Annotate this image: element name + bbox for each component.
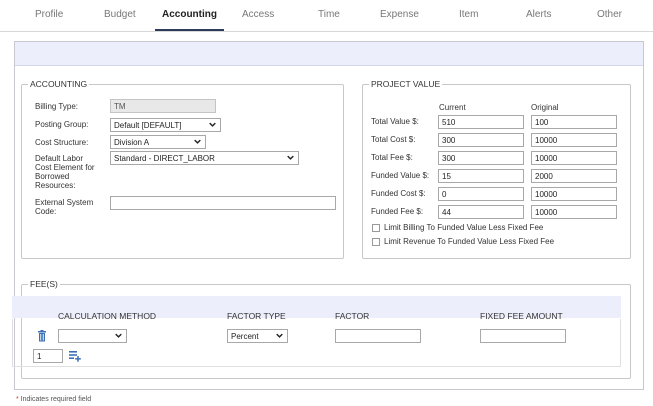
- funded-cost-label: Funded Cost $:: [371, 189, 426, 198]
- total-cost-label: Total Cost $:: [371, 135, 416, 144]
- current-column-header: Current: [439, 103, 466, 112]
- total-cost-original-input[interactable]: 10000: [531, 133, 617, 147]
- labor-cost-label-line3: Borrowed: [35, 172, 70, 181]
- fees-legend: FEE(S): [30, 279, 58, 289]
- total-fee-current-input[interactable]: 300: [438, 151, 524, 165]
- original-column-header: Original: [531, 103, 559, 112]
- cost-structure-label: Cost Structure:: [35, 138, 89, 147]
- tab-alerts[interactable]: Alerts: [526, 9, 552, 20]
- total-fee-label: Total Fee $:: [371, 153, 413, 162]
- accounting-legend: ACCOUNTING: [30, 79, 88, 89]
- add-rows-icon[interactable]: [69, 351, 81, 362]
- trash-icon[interactable]: [37, 330, 47, 342]
- add-rows-count-input[interactable]: 1: [33, 349, 63, 363]
- tab-other[interactable]: Other: [597, 9, 622, 20]
- fees-table-body: [12, 319, 621, 367]
- tab-budget[interactable]: Budget: [104, 9, 136, 20]
- posting-group-select[interactable]: Default [DEFAULT]: [110, 118, 221, 132]
- limit-revenue-label: Limit Revenue To Funded Value Less Fixed…: [384, 237, 555, 246]
- total-fee-original-input[interactable]: 10000: [531, 151, 617, 165]
- labor-cost-element-select[interactable]: Standard - DIRECT_LABOR: [110, 151, 299, 165]
- tab-bar: Profile Budget Accounting Access Time Ex…: [0, 0, 653, 32]
- billing-type-label: Billing Type:: [35, 102, 78, 111]
- total-cost-current-input[interactable]: 300: [438, 133, 524, 147]
- funded-value-label: Funded Value $:: [371, 171, 430, 180]
- active-tab-indicator: [155, 29, 224, 31]
- limit-revenue-checkbox[interactable]: [372, 238, 380, 246]
- funded-value-original-input[interactable]: 2000: [531, 169, 617, 183]
- external-code-label-line2: Code:: [35, 207, 57, 216]
- labor-cost-label-line2: Cost Element for: [35, 163, 95, 172]
- funded-fee-current-input[interactable]: 44: [438, 205, 524, 219]
- chevron-down-icon: [209, 122, 216, 127]
- form-header-band: [15, 42, 643, 66]
- tab-item[interactable]: Item: [459, 9, 478, 20]
- project-value-legend: PROJECT VALUE: [371, 79, 441, 89]
- labor-cost-element-value: Standard - DIRECT_LABOR: [114, 154, 215, 163]
- chevron-down-icon: [276, 333, 283, 338]
- tab-access[interactable]: Access: [242, 9, 274, 20]
- factor-input[interactable]: [335, 329, 421, 343]
- tab-accounting[interactable]: Accounting: [162, 9, 217, 20]
- total-value-original-input[interactable]: 100: [531, 115, 617, 129]
- chevron-down-icon: [115, 333, 122, 338]
- cost-structure-select[interactable]: Division A: [110, 135, 206, 149]
- total-value-current-input[interactable]: 510: [438, 115, 524, 129]
- posting-group-value: Default [DEFAULT]: [114, 121, 182, 130]
- funded-cost-current-input[interactable]: 0: [438, 187, 524, 201]
- tab-expense[interactable]: Expense: [380, 9, 419, 20]
- fixed-fee-amount-input[interactable]: [480, 329, 566, 343]
- tab-profile[interactable]: Profile: [35, 9, 63, 20]
- billing-type-field: TM: [110, 99, 216, 113]
- chevron-down-icon: [194, 139, 201, 144]
- calculation-method-select[interactable]: [58, 329, 127, 343]
- funded-cost-original-input[interactable]: 10000: [531, 187, 617, 201]
- funded-value-current-input[interactable]: 15: [438, 169, 524, 183]
- total-value-label: Total Value $:: [371, 117, 419, 126]
- factor-type-value: Percent: [231, 332, 259, 341]
- factor-type-select[interactable]: Percent: [227, 329, 288, 343]
- cost-structure-value: Division A: [114, 138, 150, 147]
- tab-time[interactable]: Time: [318, 9, 340, 20]
- posting-group-label: Posting Group:: [35, 120, 89, 129]
- funded-fee-label: Funded Fee $:: [371, 207, 424, 216]
- required-field-footnote: * Indicates required field: [16, 396, 91, 403]
- external-code-label-line1: External System: [35, 198, 94, 207]
- funded-fee-original-input[interactable]: 10000: [531, 205, 617, 219]
- limit-billing-checkbox[interactable]: [372, 224, 380, 232]
- external-system-code-input[interactable]: [110, 196, 336, 210]
- limit-billing-label: Limit Billing To Funded Value Less Fixed…: [384, 223, 544, 232]
- required-field-text: Indicates required field: [18, 396, 92, 403]
- chevron-down-icon: [287, 155, 294, 160]
- labor-cost-label-line1: Default Labor: [35, 154, 84, 163]
- labor-cost-label-line4: Resources:: [35, 181, 76, 190]
